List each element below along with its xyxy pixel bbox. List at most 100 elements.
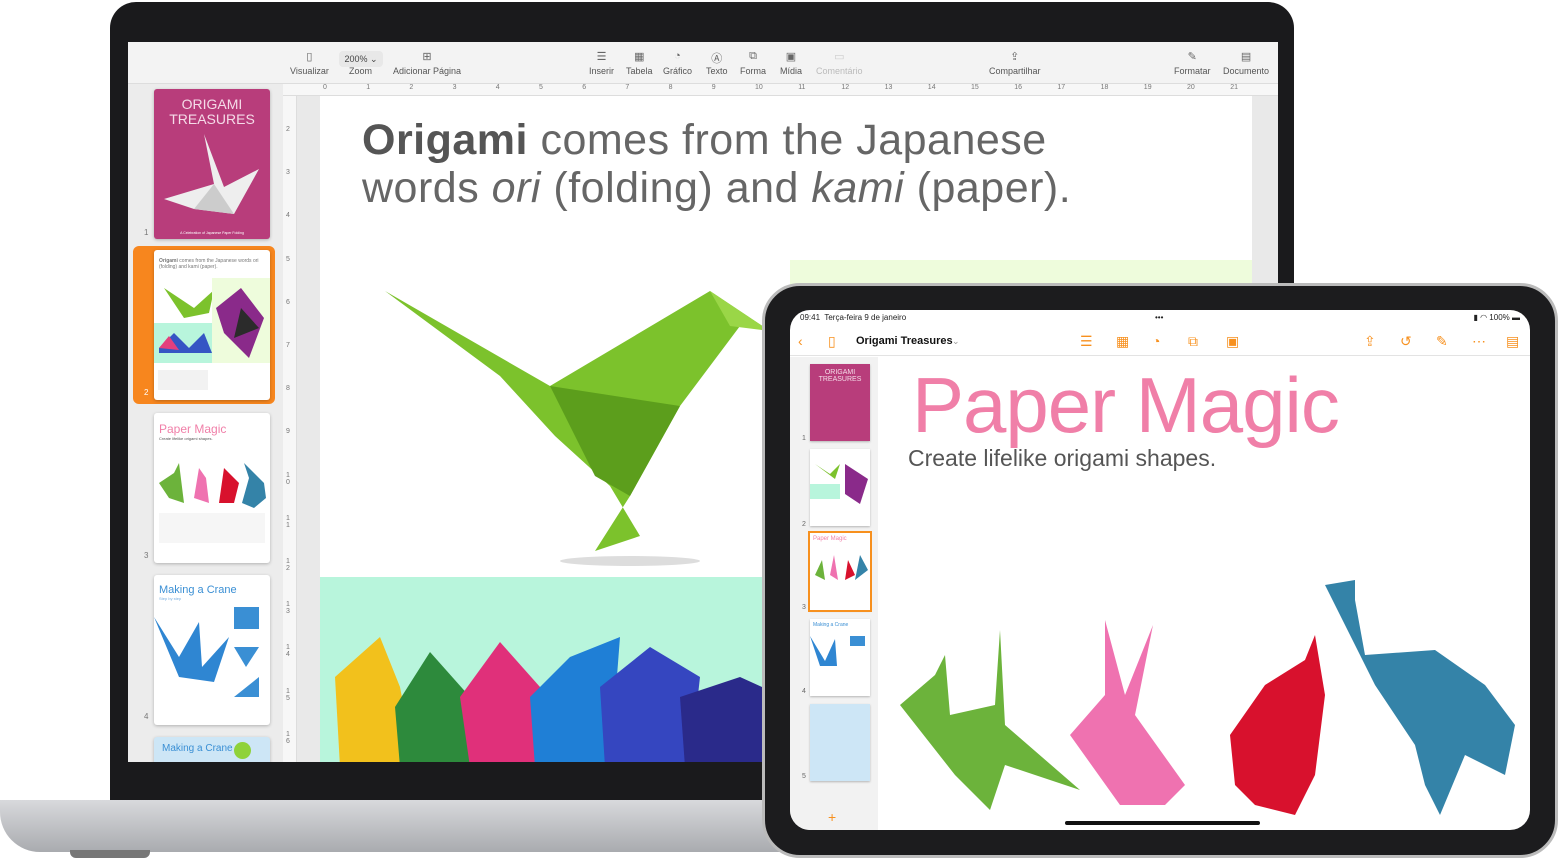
crane-image [164,134,259,214]
page-4-images [154,607,259,697]
badge-circle [234,742,251,759]
table-button[interactable]: ▦ Tabela [626,50,653,76]
page-thumbnails-sidebar: ORIGAMI TREASURES A Celebration of Japan… [128,84,283,762]
thumb-image [810,636,865,666]
chevron-down-icon: ⌄ [370,54,378,64]
page-2-images [154,278,270,390]
ruler-tick-label: 20 [1187,84,1195,91]
home-indicator[interactable] [1065,821,1260,825]
page-headline[interactable]: Origami comes from the Japanese words or… [362,116,1071,212]
ruler-tick-label: 14 [927,84,936,91]
vertical-ruler[interactable]: 2 3 4 5 6 7 8 9 1 0 1 1 1 2 1 3 1 4 1 5 1 6 [283,96,297,762]
list-insert-icon: ☰ [596,51,607,63]
ruler-tick-label: 8 [668,84,673,91]
ruler-tick-label: 2 [409,84,414,91]
shape-icon[interactable]: ⧉ [1188,333,1198,350]
list-icon[interactable]: ☰ [1080,333,1093,350]
thumbnail-page-4[interactable]: Making a Crane Step by step [154,575,270,725]
sidebar-icon: ▯ [306,51,313,63]
page-3-images [159,463,266,543]
ruler-tick-label: 19 [1143,84,1152,91]
add-page-button[interactable]: ⊞ Adicionar Página [393,50,461,76]
status-bar: 09:41 Terça-feira 9 de janeiro ••• ▮ ◠ 1… [800,313,1520,322]
signal-wifi-icon: ▮ ◠ [1473,313,1490,322]
more-icon[interactable]: ⋯ [1472,333,1486,350]
plus-square-icon: ⊞ [422,51,432,63]
thumb-image [815,555,868,580]
chart-button[interactable]: ◔ Gráfico [663,50,692,76]
page-title[interactable]: Paper Magic [912,360,1340,451]
undo-icon[interactable]: ↺ [1400,333,1412,350]
ruler-tick-label: 5 [539,84,543,91]
text-button[interactable]: Ⓐ Texto [706,50,728,76]
ruler-tick-label: 8 [286,385,290,393]
origami-animals-image [900,580,1515,815]
chart-icon[interactable]: ◔ [1152,333,1160,349]
ruler-tick-label: 15 [971,84,979,91]
ruler-tick-label: 4 [495,84,500,91]
format-button[interactable]: ✎ Formatar [1174,50,1211,76]
chevron-down-icon[interactable]: ⌄ [952,336,960,347]
back-icon[interactable]: ‹ [798,333,803,349]
share-button[interactable]: ⇪ Compartilhar [989,50,1041,76]
ruler-tick-label: 12 [841,84,850,91]
ruler-tick-label: 13 [884,84,893,91]
sidebar-icon[interactable]: ▯ [828,333,836,350]
thumbnail-page-2[interactable]: Origami comes from the Japanese words or… [154,250,270,400]
horizontal-ruler[interactable]: 0 1 2 3 4 5 6 7 8 9 10 11 12 13 14 15 16 17 18 19 20 21 [283,84,1278,96]
ipad-thumbnail-1[interactable]: ORIGAMI TREASURES [810,364,870,441]
view-button[interactable]: ▯ Visualizar [290,50,329,76]
macbook-foot [70,850,150,858]
ruler-tick-label: 16 [1014,84,1022,91]
ruler-tick-label: 17 [1057,84,1066,91]
ruler-tick-label: 9 [711,84,716,91]
comment-button[interactable]: ▭ Comentário [816,50,863,76]
ruler-tick-label: 1 0 [286,471,290,486]
document-button[interactable]: ▤ Documento [1223,50,1269,76]
ruler-tick-label: 5 [286,255,290,263]
document-icon[interactable]: ▤ [1506,333,1519,350]
ruler-tick-label: 18 [1100,84,1109,91]
ruler-tick-label: 1 3 [286,601,290,616]
multitask-dots-icon[interactable]: ••• [1155,313,1163,322]
ruler-tick-label: 7 [625,84,630,91]
page-subtitle[interactable]: Create lifelike origami shapes. [908,445,1216,472]
origami-dinosaur-image [385,291,770,566]
comment-icon: ▭ [834,51,845,63]
add-page-button[interactable]: + [828,809,836,825]
media-icon[interactable]: ▣ [1226,333,1239,350]
paintbrush-icon[interactable]: ✎ [1436,333,1448,350]
table-icon: ▦ [634,51,645,63]
ruler-tick-label: 1 1 [286,514,290,529]
ruler-tick-label: 1 2 [286,558,290,572]
pages-ipad-screen: 09:41 Terça-feira 9 de janeiro ••• ▮ ◠ 1… [790,310,1530,830]
ruler-tick-label: 4 [286,212,290,220]
shape-button[interactable]: ⧉ Forma [740,50,766,76]
zoom-select[interactable]: 200% ⌄ [339,51,383,67]
thumbnail-page-5[interactable]: Making a Crane [154,737,270,762]
mint-background-block [320,577,762,762]
ipad-thumbnail-5[interactable] [810,704,870,781]
ruler-tick-label: 6 [286,298,290,306]
ruler-tick-label: 2 [286,126,290,133]
table-icon[interactable]: ▦ [1116,333,1129,350]
photo-icon: ▣ [785,51,797,63]
ruler-tick-label: 7 [286,342,290,349]
ruler-tick-label: 6 [582,84,587,91]
document-title[interactable]: Origami Treasures [856,335,953,347]
thumbnail-page-1[interactable]: ORIGAMI TREASURES A Celebration of Japan… [154,89,270,239]
origami-cranes-row-image [335,637,762,762]
share-icon: ⇪ [1010,51,1020,63]
ruler-tick-label: 1 6 [286,730,290,745]
thumbnail-page-3[interactable]: Paper Magic Create lifelike origami shap… [154,413,270,563]
ruler-tick-label: 9 [286,428,290,436]
insert-button[interactable]: ☰ Inserir [589,50,614,76]
media-button[interactable]: ▣ Mídia [780,50,802,76]
ruler-tick-label: 1 4 [286,644,290,659]
ipad-thumbnail-4[interactable]: Making a Crane [810,619,870,696]
ipad-thumbnail-2[interactable] [810,449,870,526]
ruler-tick-label: 10 [755,84,763,91]
ipad-thumbnail-3-selected[interactable]: Paper Magic [808,531,872,612]
thumb-image [810,464,868,504]
share-icon[interactable]: ⇪ [1364,333,1376,350]
